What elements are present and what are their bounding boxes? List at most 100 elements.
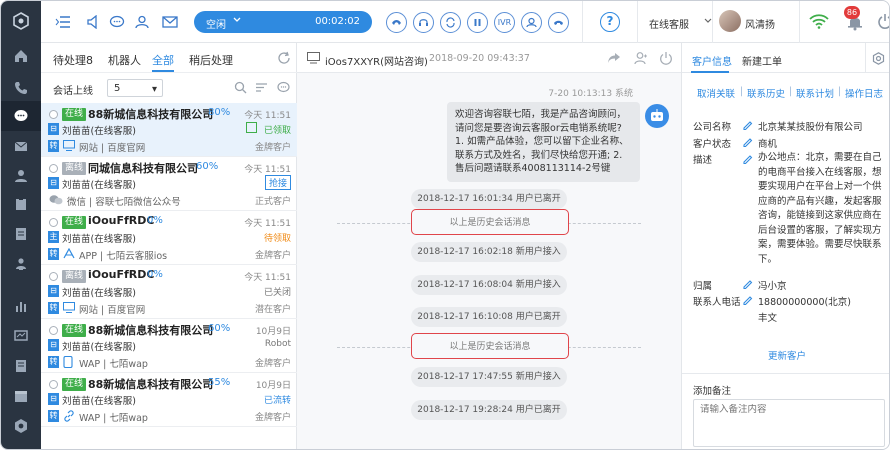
company-name: 同城信息科技有限公司 [88, 162, 198, 175]
status-label: 客户状态 [693, 139, 732, 150]
headset-icon[interactable] [413, 12, 434, 33]
edit-icon[interactable] [742, 278, 753, 289]
tab-robot[interactable]: 机器人 [108, 52, 141, 68]
session-card[interactable]: 在线 iOouFfRDC 0% 今天 11:51 主 刘苗苗(在线客服) 待领取… [41, 211, 297, 265]
sort-icon[interactable] [255, 81, 268, 94]
chat-event: 2018-12-17 17:47:55 新用户接入 [411, 367, 567, 387]
company-name: iOouFfRDC [88, 268, 155, 281]
history-divider: 以上是历史会话消息 [337, 209, 641, 235]
rail-report-icon[interactable] [1, 351, 41, 381]
message-icon[interactable] [107, 12, 127, 32]
tab-pending[interactable]: 待处理8 [53, 52, 93, 68]
tab-later[interactable]: 稍后处理 [189, 52, 233, 68]
rail-phone-icon[interactable] [1, 73, 41, 103]
agent-name: 刘苗苗(在线客服) [62, 180, 136, 191]
chat-filter-icon[interactable] [277, 81, 290, 94]
select-radio[interactable] [49, 218, 58, 227]
edit-icon[interactable] [742, 153, 753, 164]
rail-user-icon[interactable] [1, 161, 41, 191]
note-field[interactable] [693, 399, 885, 447]
hangup-icon[interactable] [548, 12, 569, 33]
channel-badge: ⊟ [48, 393, 59, 405]
session-card[interactable]: 离线 iOouFfRDC 0% 今天 11:51 ⊟ 刘苗苗(在线客服) 已关闭… [41, 265, 297, 319]
collapse-menu-icon[interactable] [53, 12, 73, 32]
rail-monitor-icon[interactable] [1, 321, 41, 351]
monitor-icon [307, 52, 320, 64]
session-status: 已领取 [263, 126, 291, 136]
rail-settings-icon[interactable] [1, 411, 41, 441]
search-icon[interactable] [234, 81, 247, 94]
agent-status-dropdown[interactable]: 空闲 00:02:02 [194, 11, 372, 33]
transfer-icon[interactable] [440, 12, 461, 33]
rail-calendar-icon[interactable] [1, 381, 41, 411]
transfer-badge: 转 [48, 410, 59, 422]
chat-panel: iOos7XXYR(网站咨询) 2018-09-20 09:43:37 7-20… [297, 43, 681, 449]
power-icon[interactable] [659, 51, 673, 65]
ivr-button[interactable]: IVR [494, 12, 515, 33]
pause-icon[interactable] [467, 12, 488, 33]
session-card[interactable]: 在线 88新城信息科技有限公司 80% 今天 11:51 ⊟ 刘苗苗(在线客服)… [41, 103, 297, 157]
refresh-icon[interactable] [277, 51, 291, 65]
rail-chat-icon[interactable] [1, 101, 41, 131]
edit-icon[interactable] [742, 136, 753, 147]
phone-icon[interactable] [386, 12, 407, 33]
app-window: 空闲 00:02:02 IVR ? 在线客服 风清扬 86 待处理8 机器人 全… [0, 0, 890, 450]
desc-label: 描述 [693, 155, 713, 166]
select-radio[interactable] [49, 380, 58, 389]
edit-icon[interactable] [742, 294, 753, 305]
contacts-icon[interactable] [132, 12, 152, 32]
channel-badge: ⊟ [48, 339, 59, 351]
consult-icon[interactable] [521, 12, 542, 33]
power-icon[interactable] [877, 13, 890, 29]
session-card[interactable]: 离线 同城信息科技有限公司 60% 今天 11:51 ⊟ 刘苗苗(在线客服) 抢… [41, 157, 297, 211]
chat-event: 2018-12-17 16:02:18 新用户接入 [411, 242, 567, 262]
transfer-badge: 转 [48, 302, 59, 314]
select-radio[interactable] [49, 272, 58, 281]
unlink-link[interactable]: 取消关联 [697, 86, 735, 100]
rail-stats-icon[interactable] [1, 291, 41, 321]
bot-message: 欢迎咨询容联七陌，我是产品咨询顾问，请问您是要咨询云客服or云电销系统呢? 1.… [447, 102, 640, 182]
update-customer-link[interactable]: 更新客户 [682, 348, 889, 362]
mail-icon[interactable] [160, 12, 180, 32]
session-limit-select[interactable]: 5 ▾ [107, 79, 163, 97]
rail-clipboard-icon[interactable] [1, 189, 41, 219]
session-status: 待领取 [263, 234, 291, 244]
note-input[interactable] [700, 404, 880, 415]
gear-icon[interactable] [872, 52, 885, 65]
customer-level: 金牌客户 [254, 143, 291, 153]
session-card[interactable]: 在线 88新城信息科技有限公司 55% 10月9日 ⊟ 刘苗苗(在线客服) 已流… [41, 373, 297, 427]
status-value: 商机 [758, 139, 778, 150]
tab-all[interactable]: 全部 [152, 52, 174, 68]
session-list-panel: 待处理8 机器人 全部 稍后处理 会话上线 5 ▾ 在线 88新城信息科技有限公司… [41, 43, 297, 449]
rail-team-icon[interactable] [1, 249, 41, 279]
rail-home-icon[interactable] [1, 41, 41, 71]
contact-history-link[interactable]: 联系历史 [747, 86, 785, 100]
agent-role-selector[interactable]: 在线客服 [649, 16, 689, 31]
chevron-down-icon: ▾ [151, 84, 157, 95]
share-icon[interactable] [607, 51, 621, 65]
contact-plan-link[interactable]: 联系计划 [796, 86, 834, 100]
help-icon[interactable]: ? [600, 12, 620, 32]
rail-mail-icon[interactable] [1, 131, 41, 161]
tab-customer-info[interactable]: 客户信息 [692, 53, 732, 68]
edit-icon[interactable] [742, 119, 753, 130]
user-name[interactable]: 风清扬 [745, 16, 775, 31]
divider: | [740, 86, 744, 97]
session-card[interactable]: 在线 88新城信息科技有限公司 60% 10月9日 ⊟ 刘苗苗(在线客服) Ro… [41, 319, 297, 373]
tab-new-ticket[interactable]: 新建工单 [742, 53, 782, 68]
select-radio[interactable] [49, 110, 58, 119]
history-divider: 以上是历史会话消息 [337, 333, 641, 359]
customer-level: 金牌客户 [254, 359, 291, 369]
session-status: 已关闭 [263, 288, 291, 298]
speaker-icon[interactable] [83, 12, 103, 32]
select-radio[interactable] [49, 326, 58, 335]
operation-log-link[interactable]: 操作日志 [845, 86, 883, 100]
grab-button[interactable]: 抢接 [264, 175, 291, 190]
rail-list-icon[interactable] [1, 219, 41, 249]
user-transfer-icon[interactable] [634, 51, 648, 65]
select-radio[interactable] [49, 164, 58, 173]
customer-level: 金牌客户 [254, 251, 291, 261]
status-badge: 在线 [62, 324, 87, 337]
avatar[interactable] [719, 10, 741, 32]
extra-value: 丰文 [758, 313, 778, 324]
